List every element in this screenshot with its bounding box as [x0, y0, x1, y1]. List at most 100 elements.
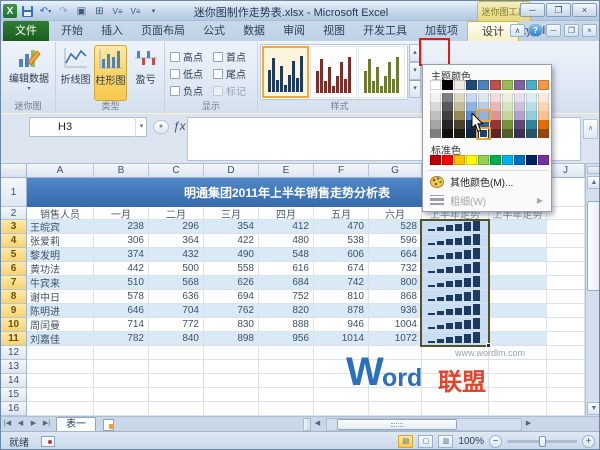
theme-color-swatch[interactable] [466, 80, 477, 90]
cell[interactable] [149, 346, 204, 360]
shade-swatch[interactable] [478, 102, 489, 111]
horizontal-scrollbar[interactable] [326, 418, 522, 431]
cell[interactable] [259, 360, 314, 374]
cell[interactable] [94, 346, 149, 360]
theme-color-swatch[interactable] [490, 80, 501, 90]
excel-app-icon[interactable]: X [3, 4, 17, 18]
winloss-sparkline-button[interactable]: 盈亏 [129, 45, 162, 101]
cell-value[interactable]: 538 [314, 234, 369, 248]
cell-name[interactable]: 黄功法 [27, 262, 94, 276]
cell-name[interactable]: 谢中日 [27, 290, 94, 304]
cell-value[interactable]: 510 [94, 276, 149, 290]
shade-swatch[interactable] [490, 129, 501, 138]
shade-swatch[interactable] [454, 102, 465, 111]
shade-swatch[interactable] [514, 93, 525, 102]
cell-value[interactable]: 956 [259, 332, 314, 346]
cell-value[interactable]: 762 [204, 304, 259, 318]
cell[interactable] [489, 276, 547, 290]
cell[interactable] [547, 220, 585, 234]
style-thumbnail[interactable] [358, 46, 405, 98]
cell-value[interactable]: 636 [149, 290, 204, 304]
cell[interactable] [27, 388, 94, 402]
cell[interactable] [149, 402, 204, 416]
cell-header[interactable]: 三月 [204, 207, 259, 220]
cell-header[interactable]: 六月 [369, 207, 422, 220]
cell[interactable] [94, 360, 149, 374]
shade-swatch[interactable] [430, 93, 441, 102]
zoom-slider-thumb[interactable] [539, 436, 546, 447]
insert-function-icon[interactable]: ƒx [173, 119, 186, 133]
cell-name[interactable]: 张爱莉 [27, 234, 94, 248]
cell[interactable] [204, 360, 259, 374]
tab-页面布局[interactable]: 页面布局 [132, 21, 194, 41]
shade-swatch[interactable] [526, 111, 537, 120]
cell-value[interactable]: 694 [204, 290, 259, 304]
row-header-1[interactable]: 1 [1, 178, 27, 207]
cell[interactable] [547, 234, 585, 248]
cell[interactable] [547, 178, 585, 207]
tab-插入[interactable]: 插入 [92, 21, 132, 41]
cell-header[interactable]: 五月 [314, 207, 369, 220]
page-break-view-icon[interactable]: ▥ [438, 435, 453, 448]
insert-worksheet-icon[interactable] [100, 418, 118, 431]
cell-value[interactable]: 616 [259, 262, 314, 276]
row-header-4[interactable]: 4 [1, 234, 27, 248]
cell-value[interactable]: 480 [259, 234, 314, 248]
shade-swatch[interactable] [442, 111, 453, 120]
theme-color-swatch[interactable] [514, 80, 525, 90]
shade-swatch[interactable] [442, 93, 453, 102]
vertical-scrollbar[interactable]: ▲ ▼ [585, 164, 600, 416]
standard-color-swatch[interactable] [490, 155, 501, 165]
cell-value[interactable]: 772 [149, 318, 204, 332]
cell-value[interactable]: 432 [149, 248, 204, 262]
row-header-5[interactable]: 5 [1, 248, 27, 262]
row-header-6[interactable]: 6 [1, 262, 27, 276]
show-option-高点[interactable]: 高点 [170, 48, 214, 65]
cell[interactable] [489, 220, 547, 234]
cell-value[interactable]: 1014 [314, 332, 369, 346]
shade-swatch[interactable] [454, 129, 465, 138]
checkbox-icon[interactable] [170, 86, 180, 96]
cell[interactable] [204, 346, 259, 360]
tab-开发工具[interactable]: 开发工具 [354, 21, 416, 41]
checkbox-icon[interactable] [213, 52, 223, 62]
cell-name[interactable]: 黎发明 [27, 248, 94, 262]
row-header-13[interactable]: 13 [1, 360, 27, 374]
cell[interactable] [204, 374, 259, 388]
row-header-10[interactable]: 10 [1, 318, 27, 332]
column-sparkline-button[interactable]: 柱形图 [94, 45, 127, 101]
cell[interactable] [204, 402, 259, 416]
name-box[interactable]: H3 [29, 117, 147, 137]
cell-value[interactable]: 936 [369, 304, 422, 318]
page-layout-view-icon[interactable]: ▢ [418, 435, 433, 448]
shade-swatch[interactable] [466, 93, 477, 102]
cell-value[interactable]: 306 [94, 234, 149, 248]
cell-value[interactable]: 238 [94, 220, 149, 234]
sheet-tab[interactable]: 表一 [56, 417, 96, 431]
standard-color-swatch[interactable] [478, 155, 489, 165]
shade-swatch[interactable] [454, 93, 465, 102]
row-header-12[interactable]: 12 [1, 346, 27, 360]
cell-value[interactable]: 296 [149, 220, 204, 234]
shade-swatch[interactable] [490, 111, 501, 120]
row-header-3[interactable]: 3 [1, 220, 27, 234]
cell-value[interactable]: 364 [149, 234, 204, 248]
cell-value[interactable]: 674 [314, 262, 369, 276]
collapse-dialog-icon[interactable]: ● [153, 120, 169, 134]
cell-value[interactable]: 528 [369, 220, 422, 234]
first-sheet-icon[interactable]: |◀ [1, 418, 14, 431]
close-button[interactable]: × [572, 3, 597, 17]
tab-视图[interactable]: 视图 [314, 21, 354, 41]
cell-value[interactable]: 1004 [369, 318, 422, 332]
doc-restore-icon[interactable]: ❐ [564, 24, 579, 37]
cell-value[interactable]: 810 [314, 290, 369, 304]
cell-value[interactable]: 878 [314, 304, 369, 318]
shade-swatch[interactable] [490, 93, 501, 102]
shade-swatch[interactable] [502, 111, 513, 120]
cell[interactable] [94, 402, 149, 416]
cell-value[interactable]: 732 [369, 262, 422, 276]
shade-swatch[interactable] [514, 120, 525, 129]
cell[interactable] [547, 402, 585, 416]
shade-swatch[interactable] [466, 102, 477, 111]
column-header-D[interactable]: D [204, 164, 259, 178]
